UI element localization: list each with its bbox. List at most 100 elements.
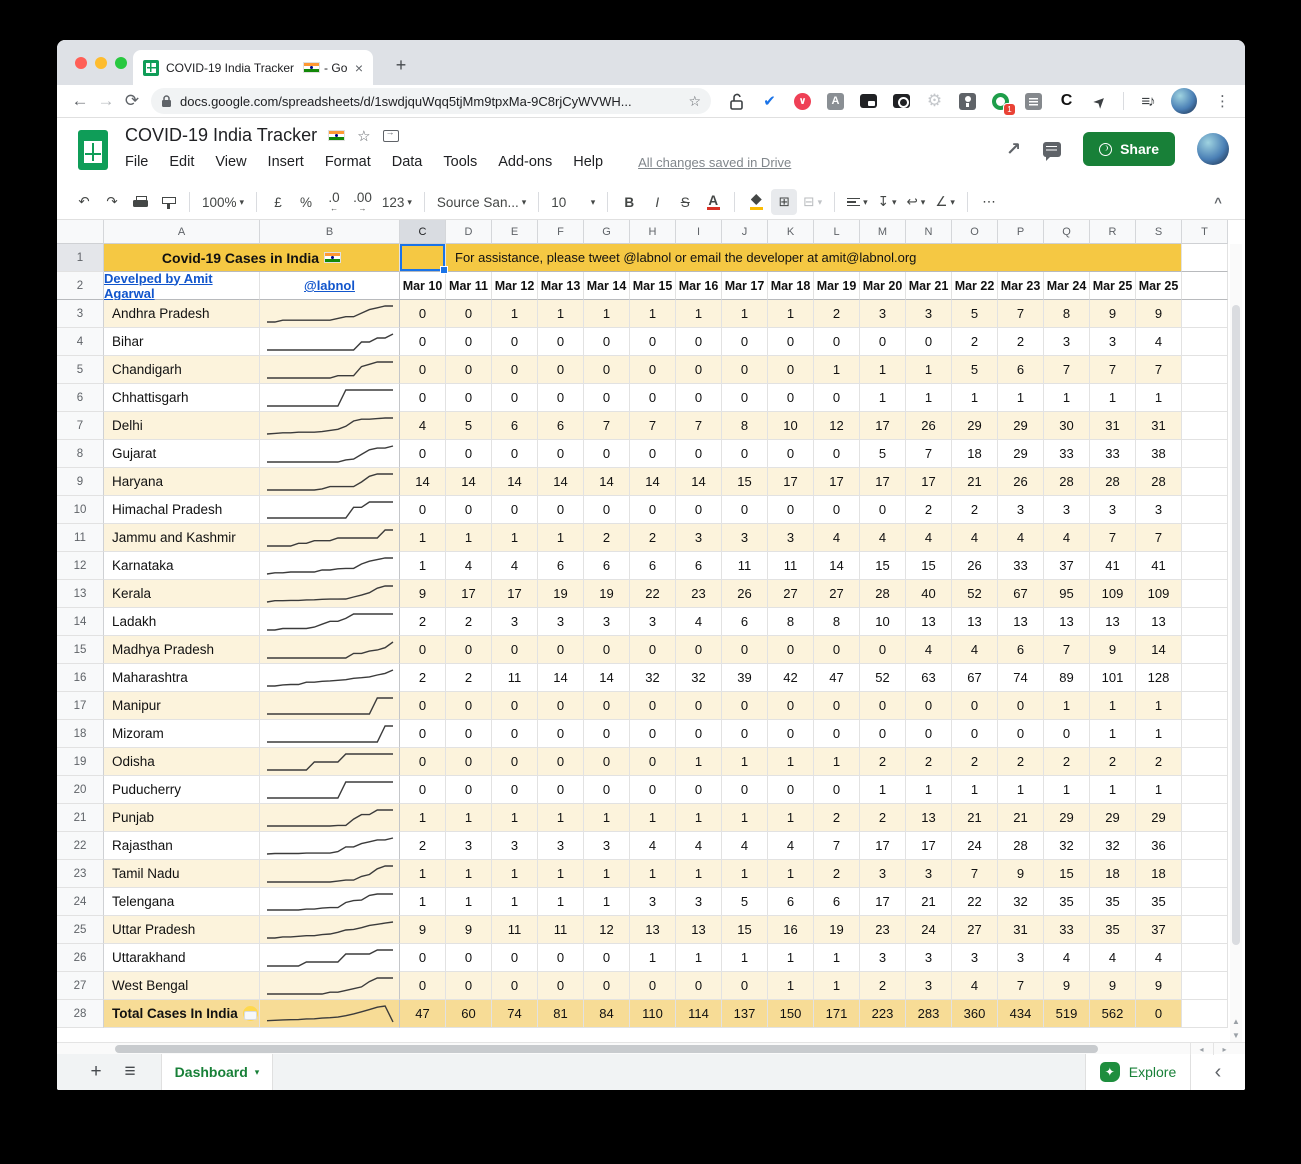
menu-help[interactable]: Help (573, 154, 603, 170)
cell-total-sparkline[interactable] (260, 1000, 400, 1028)
cell-value[interactable]: 2 (1044, 748, 1090, 776)
cell-value[interactable]: 0 (722, 720, 768, 748)
text-rotate-button[interactable]: ∠▾ (931, 189, 959, 215)
cell-value[interactable]: 0 (538, 384, 584, 412)
cell-value[interactable]: 10 (768, 412, 814, 440)
cell-sparkline[interactable] (260, 468, 400, 496)
cell-value[interactable]: 9 (1136, 300, 1182, 328)
cell-sparkline[interactable] (260, 860, 400, 888)
cell-total-label[interactable]: Total Cases In India (104, 1000, 260, 1028)
column-header-O[interactable]: O (952, 220, 998, 244)
row-header-5[interactable]: 5 (57, 356, 104, 384)
cell-total-value[interactable]: 223 (860, 1000, 906, 1028)
cell-value[interactable]: 14 (630, 468, 676, 496)
cell-value[interactable]: 31 (998, 916, 1044, 944)
cell-value[interactable]: 1 (446, 860, 492, 888)
cell-date-5[interactable]: Mar 15 (630, 272, 676, 300)
cell-value[interactable]: 0 (722, 328, 768, 356)
percent-format-button[interactable]: % (293, 189, 319, 215)
cell-value[interactable]: 13 (1090, 608, 1136, 636)
cell-value[interactable]: 1 (860, 384, 906, 412)
cell-value[interactable]: 1 (446, 524, 492, 552)
cell-value[interactable]: 1 (768, 300, 814, 328)
cell-value[interactable]: 0 (400, 384, 446, 412)
cell-value[interactable]: 1 (814, 356, 860, 384)
translate-extension-icon[interactable]: A (826, 92, 845, 111)
row-header-11[interactable]: 11 (57, 524, 104, 552)
cell-value[interactable]: 17 (906, 832, 952, 860)
cell-value[interactable]: 35 (1136, 888, 1182, 916)
menu-file[interactable]: File (125, 154, 148, 170)
cell-value[interactable]: 0 (400, 776, 446, 804)
cell-T2[interactable] (1182, 272, 1228, 300)
column-header-S[interactable]: S (1136, 220, 1182, 244)
cell-value[interactable]: 0 (630, 636, 676, 664)
row-header-27[interactable]: 27 (57, 972, 104, 1000)
cell-value[interactable]: 7 (1090, 524, 1136, 552)
cell-value[interactable]: 1 (492, 804, 538, 832)
cell-value[interactable]: 2 (952, 748, 998, 776)
pip-extension-icon[interactable] (859, 92, 878, 111)
cell-value[interactable]: 1 (400, 804, 446, 832)
cell-T25[interactable] (1182, 916, 1228, 944)
cell-value[interactable]: 4 (906, 636, 952, 664)
cell-value[interactable]: 89 (1044, 664, 1090, 692)
cell-value[interactable]: 15 (722, 468, 768, 496)
cell-value[interactable]: 32 (630, 664, 676, 692)
cell-value[interactable]: 33 (998, 552, 1044, 580)
cell-value[interactable]: 19 (584, 580, 630, 608)
cell-value[interactable]: 38 (1136, 440, 1182, 468)
column-header-L[interactable]: L (814, 220, 860, 244)
cell-value[interactable]: 1 (584, 804, 630, 832)
cell-state-name[interactable]: Mizoram (104, 720, 260, 748)
cell-state-name[interactable]: Gujarat (104, 440, 260, 468)
cell-value[interactable]: 0 (814, 328, 860, 356)
cell-value[interactable]: 3 (538, 832, 584, 860)
font-size-select[interactable]: 10▾ (547, 189, 599, 215)
cell-T13[interactable] (1182, 580, 1228, 608)
cell-value[interactable]: 2 (400, 664, 446, 692)
cell-T21[interactable] (1182, 804, 1228, 832)
scroll-up-icon[interactable]: ▲ (1230, 1014, 1242, 1028)
cell-value[interactable]: 2 (906, 748, 952, 776)
cell-value[interactable]: 29 (952, 412, 998, 440)
rocket-extension-icon[interactable]: ➤ (1086, 88, 1113, 115)
menu-view[interactable]: View (215, 154, 246, 170)
cell-value[interactable]: 13 (676, 916, 722, 944)
cell-value[interactable]: 6 (722, 608, 768, 636)
cell-value[interactable]: 4 (768, 832, 814, 860)
cell-value[interactable]: 1 (1136, 776, 1182, 804)
cell-value[interactable]: 0 (538, 356, 584, 384)
column-header-J[interactable]: J (722, 220, 768, 244)
cell-value[interactable]: 0 (492, 384, 538, 412)
cell-value[interactable]: 4 (998, 524, 1044, 552)
comments-icon[interactable] (1043, 142, 1061, 157)
cell-value[interactable]: 21 (952, 804, 998, 832)
cell-value[interactable]: 0 (446, 944, 492, 972)
cell-value[interactable]: 1 (722, 748, 768, 776)
cell-value[interactable]: 0 (584, 636, 630, 664)
cell-sparkline[interactable] (260, 636, 400, 664)
cell-value[interactable]: 4 (722, 832, 768, 860)
cell-value[interactable]: 0 (768, 776, 814, 804)
cell-date-6[interactable]: Mar 16 (676, 272, 722, 300)
column-header-N[interactable]: N (906, 220, 952, 244)
cell-value[interactable]: 0 (400, 748, 446, 776)
cell-value[interactable]: 28 (860, 580, 906, 608)
cell-value[interactable]: 1 (630, 804, 676, 832)
column-header-M[interactable]: M (860, 220, 906, 244)
cell-sparkline[interactable] (260, 496, 400, 524)
row-header-28[interactable]: 28 (57, 1000, 104, 1028)
cell-value[interactable]: 9 (446, 916, 492, 944)
cell-date-1[interactable]: Mar 11 (446, 272, 492, 300)
cell-value[interactable]: 4 (1136, 328, 1182, 356)
cell-value[interactable]: 0 (446, 972, 492, 1000)
cell-value[interactable]: 109 (1136, 580, 1182, 608)
cell-sparkline[interactable] (260, 972, 400, 1000)
cell-value[interactable]: 14 (400, 468, 446, 496)
cell-date-4[interactable]: Mar 14 (584, 272, 630, 300)
cell-value[interactable]: 1 (1136, 720, 1182, 748)
cell-value[interactable]: 8 (768, 608, 814, 636)
cell-value[interactable]: 0 (630, 356, 676, 384)
cell-value[interactable]: 0 (630, 440, 676, 468)
